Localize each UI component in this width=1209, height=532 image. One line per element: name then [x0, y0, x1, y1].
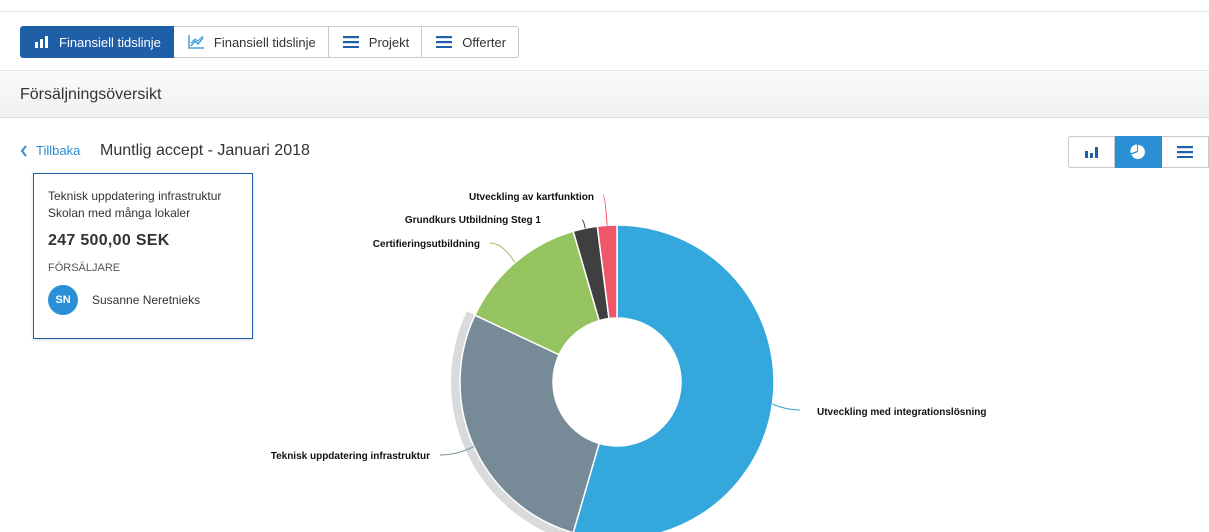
slice-connector [602, 194, 608, 226]
seller-name: Susanne Neretnieks [92, 293, 201, 307]
slice-connector [581, 219, 586, 229]
customer-name: Skolan med många lokaler [48, 206, 191, 220]
pie-slice[interactable] [459, 314, 601, 532]
seller: SN Susanne Neretnieks [48, 285, 238, 315]
role-label: FÖRSÄLJARE [48, 262, 121, 274]
avatar: SN [48, 285, 78, 315]
slice-label: Certifieringsutbildning [373, 239, 480, 250]
tooltip-card: Teknisk uppdatering infrastruktur Skolan… [33, 173, 253, 339]
slice-label: Utveckling med integrationslösning [817, 407, 986, 418]
amount: 247 500,00 SEK [48, 232, 170, 249]
slice-label: Utveckling av kartfunktion [469, 192, 594, 203]
slice-label: Grundkurs Utbildning Steg 1 [405, 215, 542, 226]
slice-label: Teknisk uppdatering infrastruktur [271, 451, 430, 462]
project-name: Teknisk uppdatering infrastruktur [48, 189, 222, 203]
slice-connector [489, 242, 516, 263]
slice-connector [772, 403, 801, 411]
